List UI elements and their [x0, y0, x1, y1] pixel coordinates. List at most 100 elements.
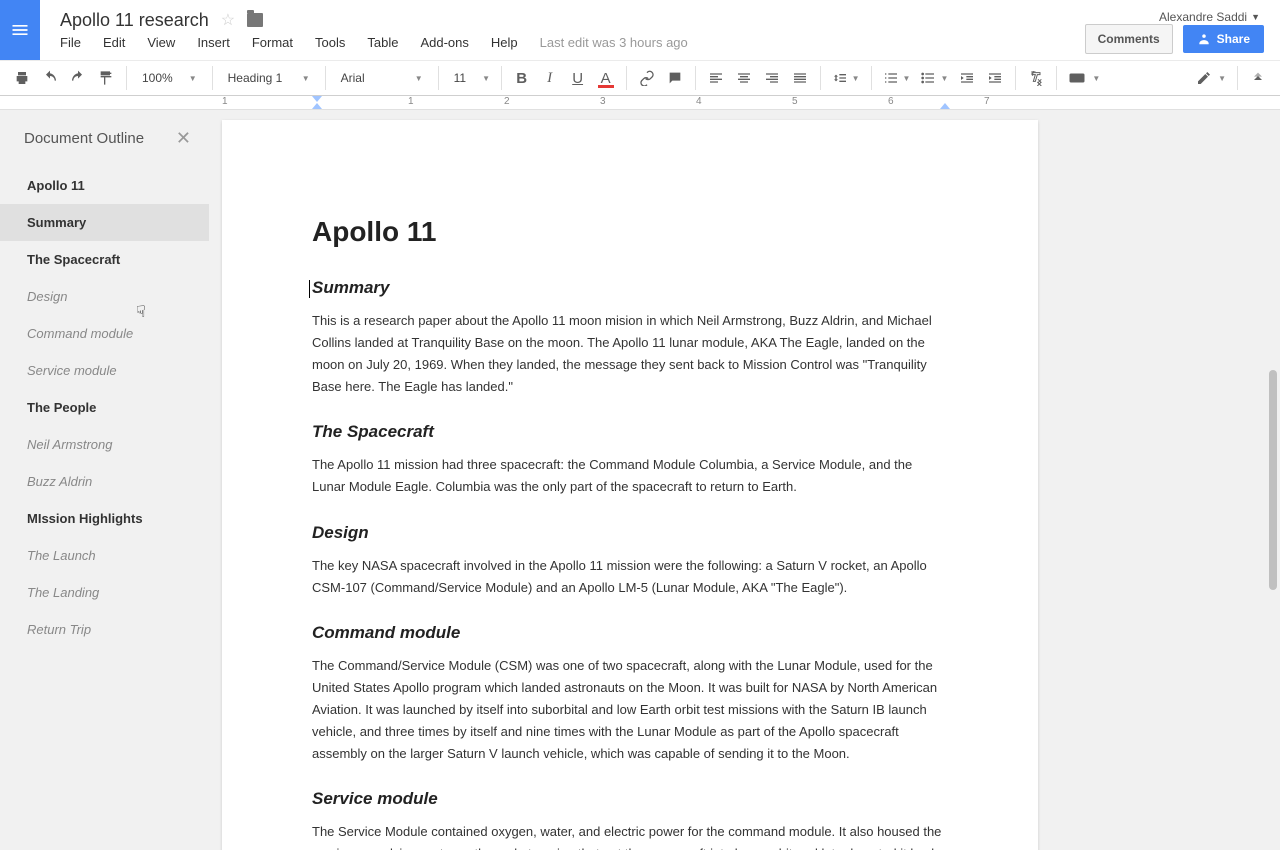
text-color-button[interactable]: A	[592, 64, 620, 92]
underline-button[interactable]: U	[564, 64, 592, 92]
menu-bar: File Edit View Insert Format Tools Table…	[60, 35, 1085, 50]
outline-item[interactable]: Return Trip	[0, 611, 209, 648]
align-left-button[interactable]	[702, 64, 730, 92]
redo-icon	[70, 70, 86, 86]
outline-item[interactable]: The Landing	[0, 574, 209, 611]
outline-item[interactable]: Service module	[0, 352, 209, 389]
clear-formatting-button[interactable]: T	[1022, 64, 1050, 92]
bullet-list-button[interactable]: ▼	[915, 64, 953, 92]
outdent-button[interactable]	[953, 64, 981, 92]
doc-paragraph[interactable]: The Service Module contained oxygen, wat…	[312, 821, 948, 850]
align-justify-icon	[792, 70, 808, 86]
outline-item[interactable]: Buzz Aldrin	[0, 463, 209, 500]
menu-tools[interactable]: Tools	[315, 35, 345, 50]
chevron-down-icon: ▼	[415, 74, 423, 83]
comments-button[interactable]: Comments	[1085, 24, 1173, 54]
ruler-mark: 1	[408, 96, 414, 107]
outline-item[interactable]: Command module	[0, 315, 209, 352]
doc-paragraph[interactable]: The Command/Service Module (CSM) was one…	[312, 655, 948, 765]
ruler-mark: 2	[504, 96, 510, 107]
print-button[interactable]	[8, 64, 36, 92]
outline-item[interactable]: Summary	[0, 204, 209, 241]
document-page[interactable]: Apollo 11 Summary This is a research pap…	[222, 120, 1038, 850]
align-left-icon	[708, 70, 724, 86]
paint-format-button[interactable]	[92, 64, 120, 92]
outline-item[interactable]: The Launch	[0, 537, 209, 574]
redo-button[interactable]	[64, 64, 92, 92]
menu-table[interactable]: Table	[367, 35, 398, 50]
font-select[interactable]: Arial▼	[332, 64, 432, 92]
doc-heading-summary[interactable]: Summary	[312, 278, 948, 298]
doc-paragraph[interactable]: The key NASA spacecraft involved in the …	[312, 555, 948, 599]
outline-item[interactable]: The People	[0, 389, 209, 426]
keyboard-icon	[1068, 69, 1086, 87]
chevron-down-icon: ▼	[482, 74, 490, 83]
menu-view[interactable]: View	[147, 35, 175, 50]
outline-item[interactable]: MIssion Highlights	[0, 500, 209, 537]
title-area: Apollo 11 research ☆ File Edit View Inse…	[40, 0, 1085, 59]
app-header: Apollo 11 research ☆ File Edit View Inse…	[0, 0, 1280, 60]
right-margin-marker[interactable]	[940, 103, 950, 109]
folder-icon[interactable]	[247, 13, 263, 27]
outline-title: Document Outline	[24, 130, 144, 147]
doc-heading-1[interactable]: Apollo 11	[312, 216, 948, 248]
comment-button[interactable]	[661, 64, 689, 92]
star-icon[interactable]: ☆	[221, 10, 235, 30]
undo-button[interactable]	[36, 64, 64, 92]
link-button[interactable]	[633, 64, 661, 92]
input-tools-button[interactable]: ▼	[1063, 64, 1105, 92]
editing-mode-button[interactable]: ▼	[1191, 64, 1231, 92]
collapse-toolbar-button[interactable]	[1244, 64, 1272, 92]
align-center-button[interactable]	[730, 64, 758, 92]
align-justify-button[interactable]	[786, 64, 814, 92]
main-menu-button[interactable]	[0, 0, 40, 60]
font-size-select[interactable]: 11▼	[445, 64, 495, 92]
numbered-list-button[interactable]: ▼	[878, 64, 916, 92]
line-spacing-button[interactable]: ▼	[827, 64, 865, 92]
document-title[interactable]: Apollo 11 research	[60, 10, 209, 31]
style-select[interactable]: Heading 1▼	[219, 64, 319, 92]
zoom-select[interactable]: 100%▼	[133, 64, 206, 92]
doc-heading-design[interactable]: Design	[312, 523, 948, 543]
pencil-icon	[1196, 70, 1212, 86]
text-cursor	[309, 280, 310, 298]
scrollbar-thumb[interactable]	[1269, 370, 1277, 590]
outline-item[interactable]: Design	[0, 278, 209, 315]
document-canvas[interactable]: Apollo 11 Summary This is a research pap…	[209, 110, 1280, 850]
outline-item[interactable]: The Spacecraft	[0, 241, 209, 278]
align-right-button[interactable]	[758, 64, 786, 92]
numbered-list-icon	[883, 70, 899, 86]
bold-button[interactable]: B	[508, 64, 536, 92]
separator	[212, 66, 213, 90]
separator	[1237, 66, 1238, 90]
doc-paragraph[interactable]: This is a research paper about the Apoll…	[312, 310, 948, 398]
outline-item[interactable]: Apollo 11	[0, 167, 209, 204]
doc-paragraph[interactable]: The Apollo 11 mission had three spacecra…	[312, 454, 948, 498]
italic-button[interactable]: I	[536, 64, 564, 92]
indent-marker-top[interactable]	[312, 96, 322, 102]
share-button[interactable]: Share	[1183, 25, 1264, 53]
separator	[695, 66, 696, 90]
formatting-toolbar: 100%▼ Heading 1▼ Arial▼ 11▼ B I U A ▼ ▼ …	[0, 60, 1280, 96]
menu-addons[interactable]: Add-ons	[420, 35, 468, 50]
menu-help[interactable]: Help	[491, 35, 518, 50]
share-label: Share	[1217, 32, 1250, 46]
outline-item[interactable]: Neil Armstrong	[0, 426, 209, 463]
bullet-list-icon	[920, 70, 936, 86]
menu-edit[interactable]: Edit	[103, 35, 125, 50]
account-menu[interactable]: Alexandre Saddi ▼	[1159, 10, 1260, 24]
doc-heading-command[interactable]: Command module	[312, 623, 948, 643]
print-icon	[14, 70, 30, 86]
indent-marker-bottom[interactable]	[312, 103, 322, 109]
align-right-icon	[764, 70, 780, 86]
menu-file[interactable]: File	[60, 35, 81, 50]
doc-heading-spacecraft[interactable]: The Spacecraft	[312, 422, 948, 442]
chevron-down-icon: ▼	[1218, 74, 1226, 83]
horizontal-ruler[interactable]: 11234567	[0, 96, 1280, 110]
menu-insert[interactable]: Insert	[197, 35, 230, 50]
doc-heading-service[interactable]: Service module	[312, 789, 948, 809]
last-edit-status: Last edit was 3 hours ago	[540, 35, 688, 50]
close-outline-button[interactable]: ✕	[176, 128, 191, 149]
indent-button[interactable]	[981, 64, 1009, 92]
menu-format[interactable]: Format	[252, 35, 293, 50]
